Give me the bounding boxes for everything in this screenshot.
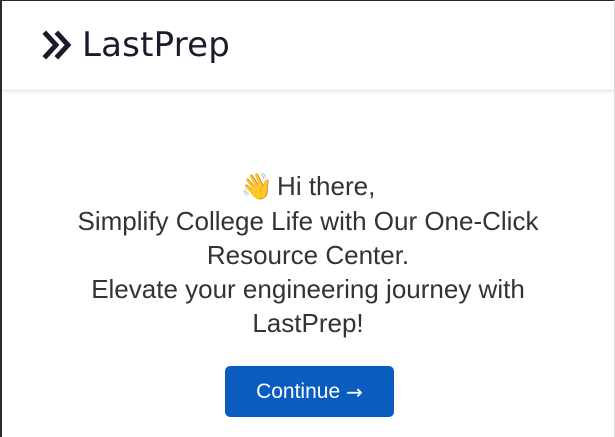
- brand-logo-link[interactable]: LastPrep: [42, 25, 230, 65]
- greeting-text: Hi there,: [277, 171, 376, 201]
- app-window: LastPrep 👋 Hi there, Simplify College Lif…: [0, 0, 615, 437]
- greeting-line: 👋 Hi there,: [2, 169, 614, 204]
- top-navbar: LastPrep: [2, 1, 614, 91]
- double-chevron-right-icon: [42, 26, 76, 64]
- hero-line-1: Simplify College Life with Our One-Click: [77, 206, 539, 236]
- brand-name: LastPrep: [82, 25, 231, 65]
- continue-button-label: Continue: [256, 379, 341, 403]
- hero-line-2: Resource Center.: [206, 240, 410, 270]
- hero-message: 👋 Hi there, Simplify College Life with Ou…: [2, 169, 614, 340]
- waving-hand-icon: 👋: [240, 172, 274, 202]
- hero-line-4: LastPrep!: [252, 308, 364, 338]
- continue-button[interactable]: Continue →: [225, 366, 394, 417]
- arrow-right-icon: →: [346, 379, 363, 404]
- hero-line-3: Elevate your engineering journey with: [91, 274, 525, 304]
